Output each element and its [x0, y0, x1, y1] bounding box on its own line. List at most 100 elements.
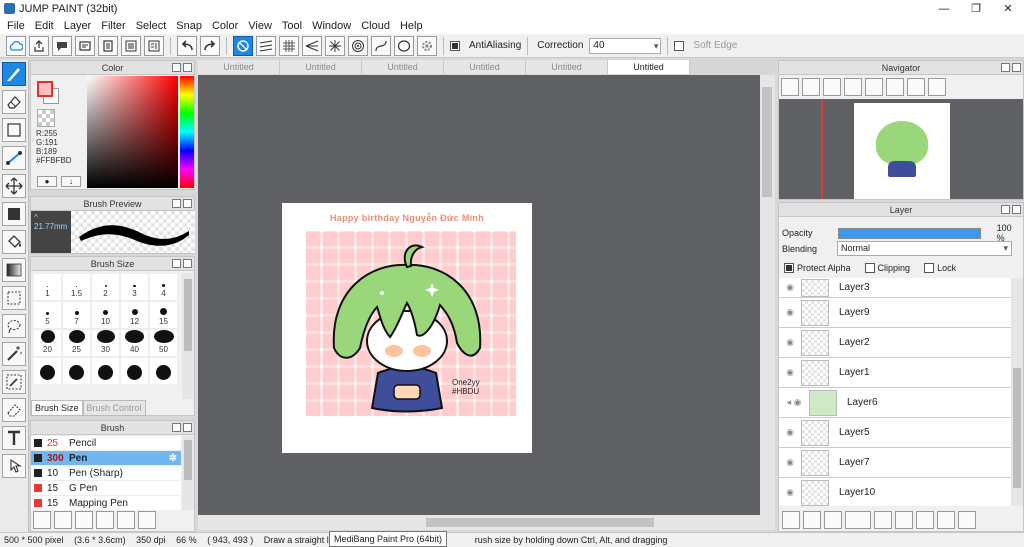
menu-filter[interactable]: Filter — [96, 20, 130, 32]
brush-size-cell[interactable]: 4 — [149, 273, 178, 301]
visibility-eye-icon[interactable]: ◉ — [779, 282, 801, 293]
cloud-icon[interactable] — [6, 35, 26, 56]
layer-settings-icon[interactable] — [937, 511, 955, 529]
comment-icon[interactable] — [52, 35, 72, 56]
zoom-fit-icon[interactable] — [781, 78, 799, 96]
brush-delete-icon[interactable] — [138, 511, 156, 529]
new-8bit-layer-icon[interactable] — [824, 511, 842, 529]
redo-icon[interactable] — [200, 35, 220, 56]
brush-item[interactable]: 300 Pen ✲ — [31, 451, 181, 466]
select-eraser-tool-icon[interactable] — [2, 398, 26, 422]
brush-size-cell[interactable]: 25 — [62, 329, 91, 357]
panel-float-icon[interactable] — [1001, 63, 1010, 72]
lasso-tool-icon[interactable] — [2, 314, 26, 338]
scroll-thumb[interactable] — [184, 279, 192, 351]
brush-size-cell[interactable]: 12 — [120, 301, 149, 329]
grid-snap-icon[interactable] — [279, 35, 299, 56]
select-tool-icon[interactable] — [2, 286, 26, 310]
layer-row[interactable]: ◉ Layer3 — [779, 278, 1011, 298]
move-tool-icon[interactable] — [2, 174, 26, 198]
brush-size-cell[interactable]: 7 — [62, 301, 91, 329]
navigator-thumbnail[interactable] — [854, 103, 950, 199]
layer-folder-icon[interactable] — [874, 511, 892, 529]
maximize-button[interactable]: ❐ — [960, 0, 992, 17]
brush-size-cell[interactable]: 20 — [33, 329, 62, 357]
menu-snap[interactable]: Snap — [171, 20, 207, 32]
text-tool-icon[interactable] — [2, 426, 26, 450]
saturation-value-picker[interactable] — [87, 76, 178, 188]
brush-size-scrollbar[interactable] — [182, 273, 194, 399]
layer-row[interactable]: ◉ Layer1 — [779, 358, 1011, 388]
select-pen-tool-icon[interactable] — [2, 370, 26, 394]
clipping-checkbox[interactable] — [864, 263, 875, 273]
document-tab[interactable]: Untitled — [362, 60, 444, 74]
curve-snap-icon[interactable] — [371, 35, 391, 56]
transparent-color-swatch[interactable] — [37, 109, 55, 127]
snap-off-icon[interactable] — [233, 35, 253, 56]
dot-tool-icon[interactable] — [2, 118, 26, 142]
new-layer-icon[interactable] — [782, 511, 800, 529]
menu-view[interactable]: View — [243, 20, 277, 32]
layer-row[interactable]: ◉ Layer5 — [779, 418, 1011, 448]
gradient-tool-icon[interactable] — [2, 258, 26, 282]
layer-row[interactable]: ◉ Layer7 — [779, 448, 1011, 478]
antialiasing-checkbox[interactable] — [450, 40, 460, 51]
zoom-out-icon[interactable] — [844, 78, 862, 96]
document-tab[interactable]: Untitled — [198, 60, 280, 74]
rotate-right-icon[interactable] — [907, 78, 925, 96]
blending-dropdown[interactable]: Normal — [837, 241, 1013, 256]
brush-list-scrollbar[interactable] — [182, 436, 194, 510]
opacity-slider[interactable] — [837, 227, 981, 239]
brush-size-cell[interactable] — [91, 357, 120, 385]
scroll-thumb[interactable] — [1013, 368, 1021, 488]
tab-brush-size[interactable]: Brush Size — [31, 400, 83, 416]
document-tab[interactable]: Untitled — [444, 60, 526, 74]
brush-size-cell[interactable]: 50 — [149, 329, 178, 357]
canvas-artwork[interactable]: Happy birthday Nguyễn Đức Minh One2yy #H… — [282, 203, 532, 453]
brush-copy-icon[interactable] — [96, 511, 114, 529]
concentric-snap-icon[interactable] — [348, 35, 368, 56]
panel-close-icon[interactable] — [183, 63, 192, 72]
panel-float-icon[interactable] — [172, 199, 181, 208]
layer-add-menu-icon[interactable] — [845, 511, 871, 529]
visibility-eye-icon[interactable]: ◂ ◉ — [779, 397, 809, 408]
lock-option[interactable]: Lock — [924, 263, 956, 273]
color-palette-button[interactable]: ● — [37, 176, 57, 187]
snap-settings-icon[interactable] — [417, 35, 437, 56]
protect-alpha-checkbox[interactable] — [784, 263, 794, 273]
brush-tool-icon[interactable] — [2, 62, 26, 86]
menu-layer[interactable]: Layer — [59, 20, 97, 32]
brush-size-cell[interactable] — [149, 357, 178, 385]
canvas-vertical-scrollbar[interactable] — [760, 75, 775, 515]
panel-close-icon[interactable] — [1012, 205, 1021, 214]
brush-size-cell[interactable]: 5 — [33, 301, 62, 329]
panel-close-icon[interactable] — [183, 423, 192, 432]
layer-list-scrollbar[interactable] — [1011, 278, 1023, 506]
rotate-reset-icon[interactable] — [886, 78, 904, 96]
clipping-option[interactable]: Clipping — [864, 263, 910, 273]
visibility-eye-icon[interactable]: ◉ — [779, 457, 801, 468]
brush-cloud-icon[interactable] — [33, 511, 51, 529]
panel-float-icon[interactable] — [172, 423, 181, 432]
brush-item[interactable]: 10 Pen (Sharp) — [31, 466, 181, 481]
layer-row[interactable]: ◉ Layer2 — [779, 328, 1011, 358]
document-tab[interactable]: Untitled — [526, 60, 608, 74]
scroll-thumb[interactable] — [184, 440, 192, 480]
visibility-eye-icon[interactable]: ◉ — [779, 487, 801, 498]
foreground-color-swatch[interactable] — [37, 81, 53, 97]
eraser-tool-icon[interactable] — [2, 90, 26, 114]
delete-layer-icon[interactable] — [958, 511, 976, 529]
zoom-in-icon[interactable] — [802, 78, 820, 96]
canvas-horizontal-scrollbar[interactable] — [198, 515, 775, 530]
document-tab[interactable]: Untitled — [280, 60, 362, 74]
bucket-tool-icon[interactable] — [2, 230, 26, 254]
soft-edge-checkbox[interactable] — [674, 40, 685, 51]
panel-close-icon[interactable] — [183, 199, 192, 208]
scroll-thumb[interactable] — [426, 518, 654, 527]
message-icon[interactable] — [75, 35, 95, 56]
menu-help[interactable]: Help — [395, 20, 428, 32]
panel-float-icon[interactable] — [1001, 205, 1010, 214]
fill-rect-tool-icon[interactable] — [2, 202, 26, 226]
color-add-button[interactable]: ↓ — [61, 176, 81, 187]
brush-settings-gear-icon[interactable]: ✲ — [169, 453, 177, 464]
